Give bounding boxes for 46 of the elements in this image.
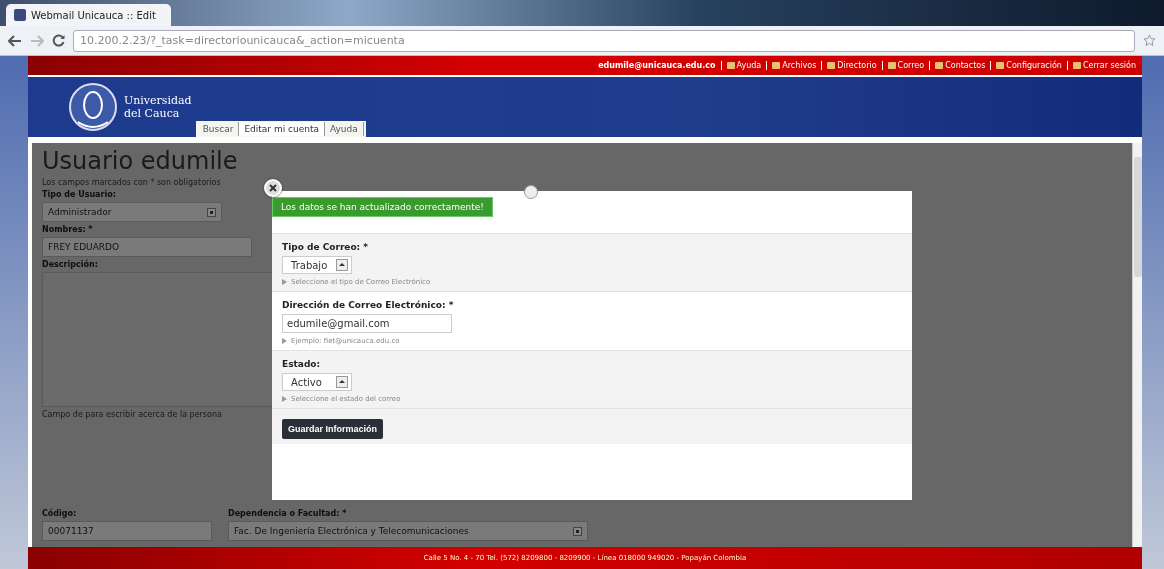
bullet-icon [282, 338, 287, 344]
user-type-select[interactable]: Administrador [42, 202, 222, 222]
save-button[interactable]: Guardar Información [282, 419, 383, 439]
field-label: Dependencia o Facultad: * [228, 509, 347, 518]
success-message: Los datos se han actualizado correctamente! [272, 197, 493, 217]
select-field[interactable]: Trabajo [282, 256, 352, 274]
caret-icon [573, 526, 582, 536]
user-email: edumile@unicauca.edu.co [598, 61, 716, 70]
bullet-icon [282, 279, 287, 285]
caret-icon [336, 259, 348, 271]
favicon-icon [14, 9, 26, 21]
address-bar[interactable]: 10.200.2.23/?_task=directoriounicauca&_action=micuenta [73, 29, 1135, 52]
select-field[interactable]: Activo [282, 373, 352, 391]
top-link[interactable]: Contactos [929, 61, 986, 70]
top-link[interactable]: Cerrar sesión [1066, 61, 1136, 70]
email-field[interactable]: edumile@gmail.com [282, 314, 452, 333]
back-icon[interactable] [8, 34, 22, 47]
nav-tab[interactable]: Ayuda [325, 122, 364, 136]
field-label: Código: [42, 509, 77, 518]
scrollbar[interactable] [1132, 143, 1142, 547]
names-field[interactable]: FREY EDUARDO [42, 237, 252, 257]
field-label: Tipo de Usuario: [42, 190, 116, 199]
caret-icon [336, 376, 348, 388]
required-note: Los campos marcados con * son obligatorios [42, 178, 221, 187]
field-hint: Campo de para escribir acerca de la persona [42, 410, 222, 419]
logo-text: Universidad del Cauca [124, 94, 192, 120]
code-field[interactable]: 00071137 [42, 521, 212, 541]
star-icon[interactable] [1143, 34, 1156, 47]
reload-icon[interactable] [52, 34, 65, 47]
bullet-icon [282, 396, 287, 402]
nav-tab[interactable]: Editar mi cuenta [239, 122, 325, 136]
top-link[interactable]: Configuración [990, 61, 1062, 70]
field-label: Tipo de Correo: * [282, 242, 370, 252]
field-label: Dirección de Correo Electrónico: * [282, 300, 455, 310]
field-label: Descripción: [42, 260, 98, 269]
top-link[interactable]: Directorio [821, 61, 877, 70]
field-label: Nombres: * [42, 225, 93, 234]
top-link[interactable]: Archivos [766, 61, 817, 70]
top-link[interactable]: Correo [881, 61, 925, 70]
field-label: Estado: [282, 359, 322, 369]
faculty-select[interactable]: Fac. De Ingeniería Electrónica y Telecomunicaciones [228, 521, 588, 541]
crest-icon [68, 82, 118, 132]
page-title: Usuario edumile [42, 147, 239, 175]
caret-icon [207, 207, 216, 217]
top-link[interactable]: Ayuda [720, 61, 762, 70]
browser-tab[interactable]: Webmail Unicauca :: Edit [6, 4, 171, 26]
